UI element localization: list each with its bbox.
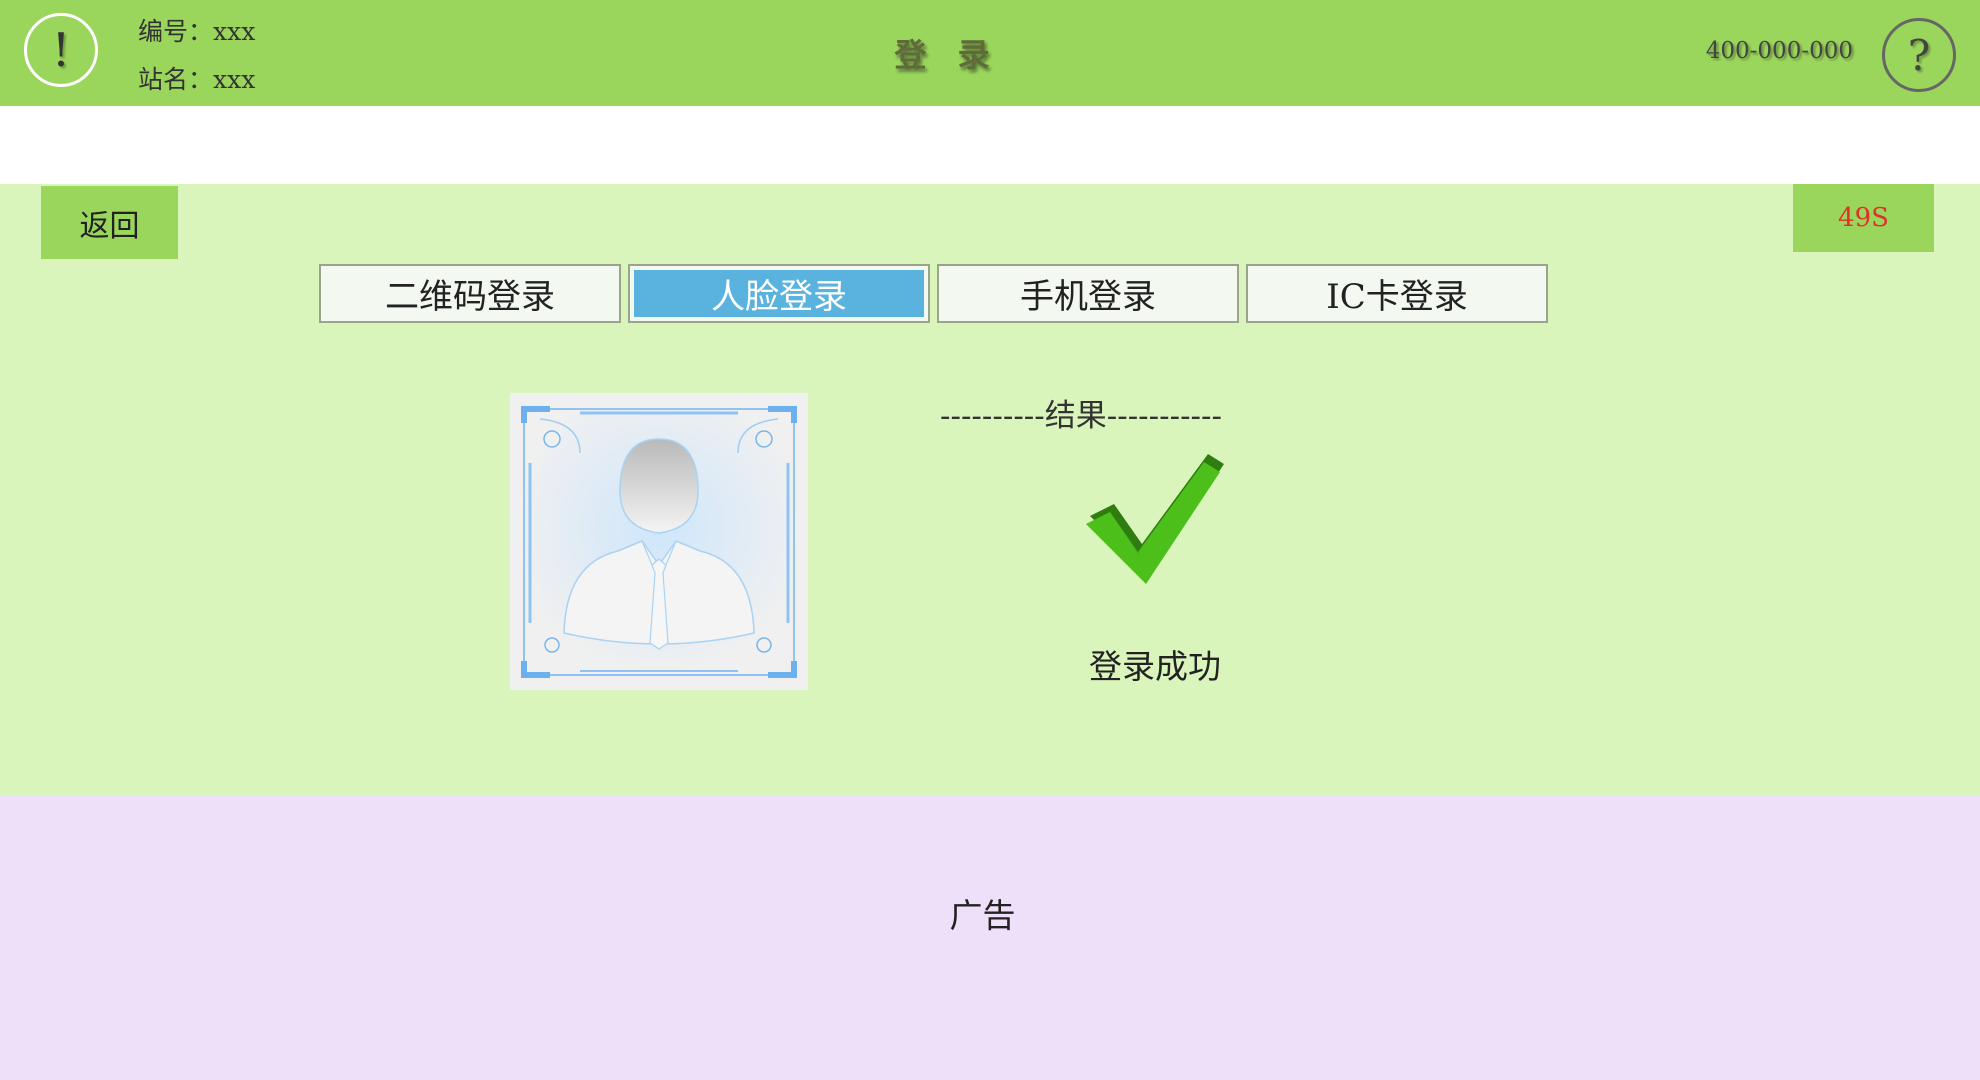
help-symbol: ? [1907,30,1931,80]
page-title: 登 录 [894,36,1000,74]
tab-face-login[interactable]: 人脸登录 [628,264,930,323]
login-result-text: 登录成功 [1089,647,1221,686]
tab-ic-card-login[interactable]: IC卡登录 [1246,264,1548,323]
login-panel: 返回 49S 二维码登录 人脸登录 手机登录 IC卡登录 ----------结… [0,184,1980,796]
service-phone: 400-000-000 [1705,38,1853,64]
help-icon[interactable]: ? [1882,18,1956,92]
countdown-timer: 49S [1793,184,1934,252]
back-button[interactable]: 返回 [41,186,178,259]
header-bar: ! 编号：xxx 站名：xxx 登 录 400-000-000 ? [0,0,1980,106]
spacer-band [0,106,1980,184]
result-heading: ----------结果----------- [940,398,1222,434]
advertisement-label: 广告 [949,896,1016,935]
advertisement-area: 广告 [0,796,1980,1080]
checkmark-icon [1086,454,1224,584]
tab-phone-login[interactable]: 手机登录 [937,264,1239,323]
tab-qrcode-login[interactable]: 二维码登录 [319,264,621,323]
